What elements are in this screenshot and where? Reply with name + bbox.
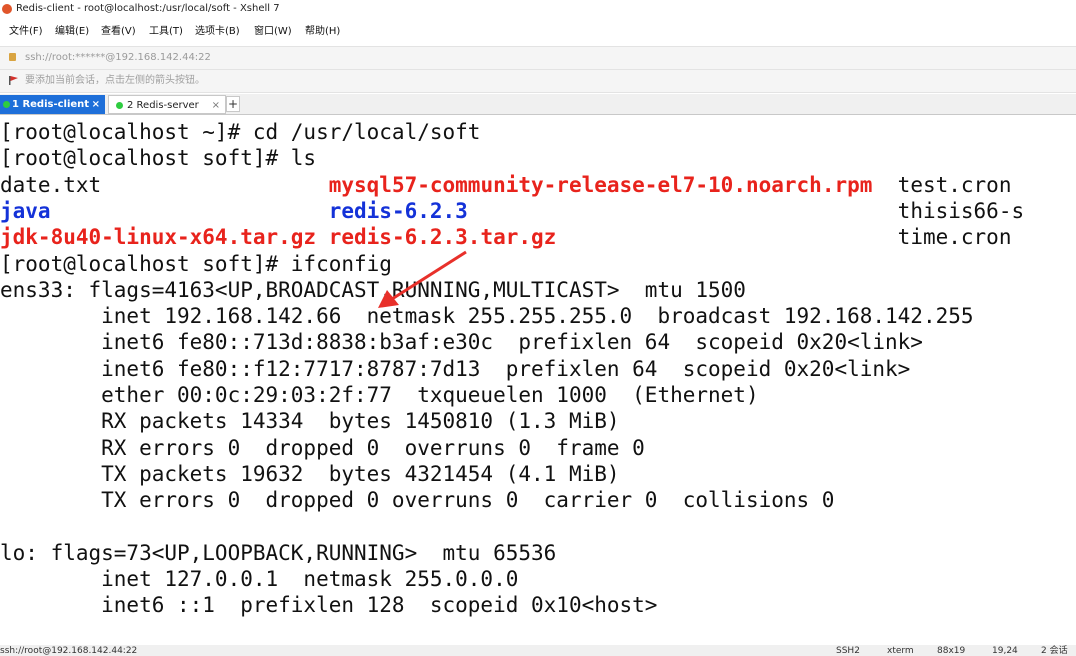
terminal-text: inet6 fe80::713d:8838:b3af:e30c prefixle… <box>0 330 923 355</box>
terminal-text: redis-6.2.3.tar.gz <box>328 225 557 250</box>
terminal-line: ens33: flags=4163<UP,BROADCAST,RUNNING,M… <box>0 277 746 303</box>
menu-view[interactable]: 查看(V) <box>101 22 136 42</box>
tab-label: 1 Redis-client <box>12 99 90 110</box>
terminal-text: thisis66-s <box>467 198 1025 223</box>
menu-help[interactable]: 帮助(H) <box>305 22 340 42</box>
terminal-line: TX errors 0 dropped 0 overruns 0 carrier… <box>0 487 834 513</box>
new-tab-button[interactable]: + <box>226 96 240 112</box>
terminal-line: inet 127.0.0.1 netmask 255.0.0.0 <box>0 566 518 592</box>
menu-file[interactable]: 文件(F) <box>9 22 43 42</box>
terminal-line: inet6 ::1 prefixlen 128 scopeid 0x10<hos… <box>0 592 657 618</box>
terminal-text: lo: flags=73<UP,LOOPBACK,RUNNING> mtu 65… <box>0 540 557 565</box>
terminal-output[interactable]: [root@localhost ~]# cd /usr/local/soft [r… <box>0 116 1076 644</box>
terminal-line: inet6 fe80::f12:7717:8787:7d13 prefixlen… <box>0 356 910 382</box>
terminal-line: date.txt mysql57-community-release-el7-1… <box>0 172 1011 198</box>
tab-redis-client[interactable]: 1 Redis-client × <box>0 95 105 114</box>
terminal-text: jdk-8u40-linux-x64.tar.gz <box>0 225 317 250</box>
terminal-line: [root@localhost soft]# ls <box>0 145 316 171</box>
terminal-line: RX errors 0 dropped 0 overruns 0 frame 0 <box>0 435 645 461</box>
terminal-text: inet6 ::1 prefixlen 128 scopeid 0x10<hos… <box>0 593 658 618</box>
terminal-text: time.cron <box>556 225 1012 250</box>
address-bar[interactable]: ssh://root:******@192.168.142.44:22 <box>0 46 1076 70</box>
terminal-line: inet 192.168.142.66 netmask 255.255.255.… <box>0 303 974 329</box>
flag-icon[interactable] <box>9 76 18 85</box>
terminal-text: ens33: flags=4163<UP,BROADCAST,RUNNING,M… <box>0 277 746 302</box>
terminal-text: [root@localhost soft]# ifconfig <box>0 251 392 276</box>
menu-window[interactable]: 窗口(W) <box>254 22 292 42</box>
tab-label: 2 Redis-server <box>127 100 199 111</box>
terminal-line: inet6 fe80::713d:8838:b3af:e30c prefixle… <box>0 329 923 355</box>
terminal-line: jdk-8u40-linux-x64.tar.gz redis-6.2.3.ta… <box>0 224 1011 250</box>
menu-tools[interactable]: 工具(T) <box>149 22 183 42</box>
terminal-text: mysql57-community-release-el7-10.noarch.… <box>328 172 873 197</box>
terminal-text: redis-6.2.3 <box>328 198 468 223</box>
xshell-app-icon <box>2 4 12 14</box>
terminal-text: RX errors 0 dropped 0 overruns 0 frame 0 <box>0 435 645 460</box>
terminal-line: RX packets 14334 bytes 1450810 (1.3 MiB) <box>0 408 620 434</box>
terminal-line: lo: flags=73<UP,LOOPBACK,RUNNING> mtu 65… <box>0 540 556 566</box>
terminal-text: test.cron <box>872 172 1012 197</box>
status-cursor: 19,24 <box>992 646 1018 656</box>
window-title: Redis-client - root@localhost:/usr/local… <box>16 3 280 14</box>
menu-edit[interactable]: 编辑(E) <box>55 22 89 42</box>
status-protocol: SSH2 <box>836 646 860 656</box>
terminal-text: TX errors 0 dropped 0 overruns 0 carrier… <box>0 488 835 513</box>
close-tab-icon[interactable]: × <box>92 95 100 114</box>
session-hint-bar: 要添加当前会话，点击左侧的箭头按钮。 <box>0 70 1076 93</box>
terminal-text: TX packets 19632 bytes 4321454 (4.1 MiB) <box>0 461 620 486</box>
terminal-text: RX packets 14334 bytes 1450810 (1.3 MiB) <box>0 409 620 434</box>
terminal-text: inet 127.0.0.1 netmask 255.0.0.0 <box>0 567 519 592</box>
address-input[interactable]: ssh://root:******@192.168.142.44:22 <box>25 47 211 69</box>
close-tab-icon[interactable]: × <box>212 96 220 115</box>
status-sessions: 2 会话 <box>1041 646 1068 656</box>
menu-tabs[interactable]: 选项卡(B) <box>195 22 240 42</box>
terminal-text: ether 00:0c:29:03:2f:77 txqueuelen 1000 … <box>0 383 759 407</box>
menu-bar: 文件(F) 编辑(E) 查看(V) 工具(T) 选项卡(B) 窗口(W) 帮助(… <box>0 22 1076 42</box>
tab-redis-server[interactable]: 2 Redis-server × <box>108 95 226 114</box>
status-size: 88x19 <box>937 646 966 656</box>
terminal-line: [root@localhost soft]# ifconfig <box>0 251 392 277</box>
tab-bar: 1 Redis-client × 2 Redis-server × + <box>0 94 1076 115</box>
status-connection: ssh://root@192.168.142.44:22 <box>0 646 138 656</box>
connected-status-icon <box>116 102 123 109</box>
terminal-text: [root@localhost ~]# cd /usr/local/soft <box>0 120 481 144</box>
terminal-line: TX packets 19632 bytes 4321454 (4.1 MiB) <box>0 461 620 487</box>
terminal-line: [root@localhost ~]# cd /usr/local/soft <box>0 119 480 145</box>
terminal-text: date.txt <box>0 172 329 197</box>
terminal-text: inet6 fe80::f12:7717:8787:7d13 prefixlen… <box>0 356 911 381</box>
lock-icon <box>9 53 16 61</box>
terminal-text: java <box>0 198 51 223</box>
status-term: xterm <box>887 646 914 656</box>
terminal-line: java redis-6.2.3 thisis66-s <box>0 198 1024 224</box>
status-bar: ssh://root@192.168.142.44:22 SSH2 xterm … <box>0 645 1076 656</box>
title-bar: Redis-client - root@localhost:/usr/local… <box>0 0 1076 18</box>
connected-status-icon <box>3 101 10 108</box>
terminal-text: inet 192.168.142.66 netmask 255.255.255.… <box>0 304 974 329</box>
terminal-text: [root@localhost soft]# ls <box>0 146 317 171</box>
terminal-line: ether 00:0c:29:03:2f:77 txqueuelen 1000 … <box>0 382 759 408</box>
session-hint-text: 要添加当前会话，点击左侧的箭头按钮。 <box>25 75 205 86</box>
